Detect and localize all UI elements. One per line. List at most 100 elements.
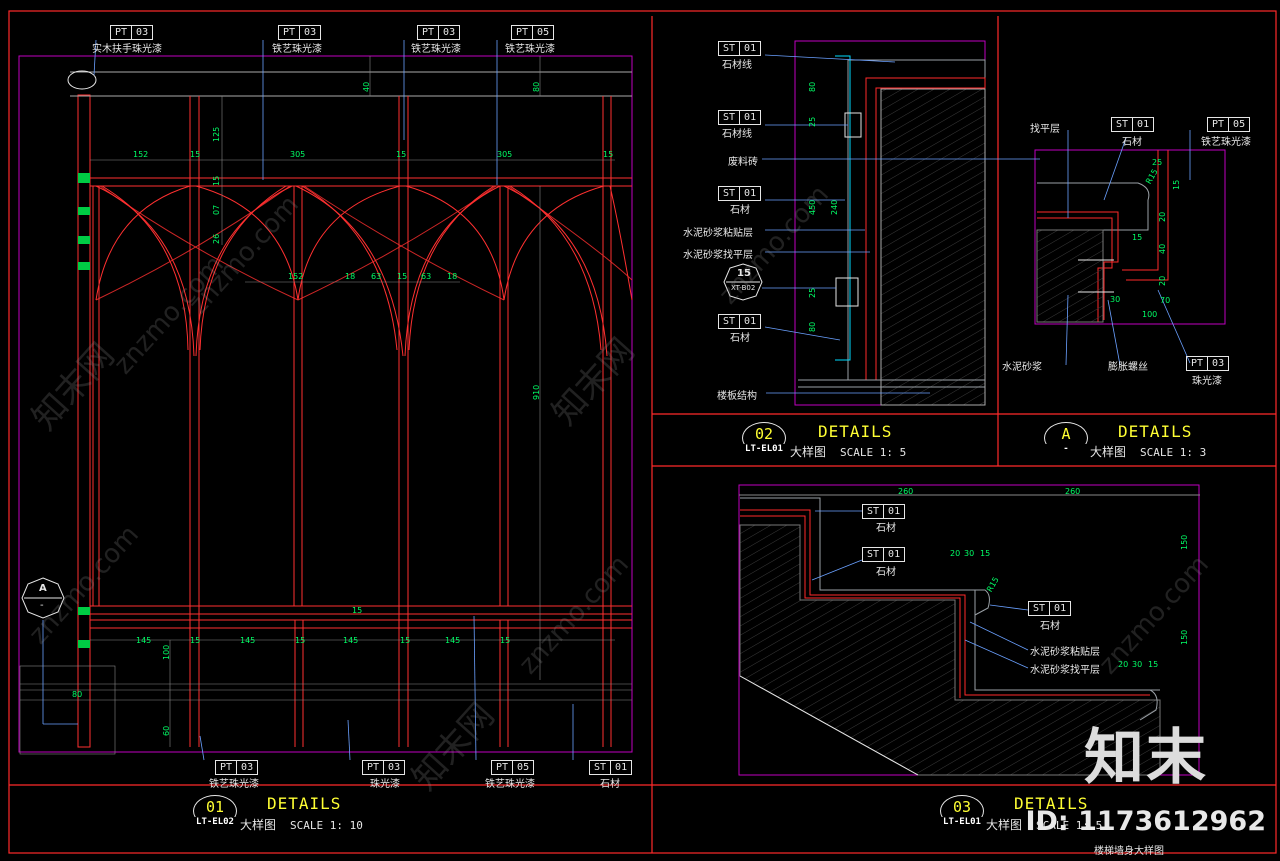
- dimension: 25: [808, 116, 817, 127]
- callout-ref: XT-B02: [731, 284, 756, 292]
- material-label: 石材: [876, 567, 896, 578]
- material-label: 石材: [876, 523, 896, 534]
- dimension: 20: [950, 549, 961, 558]
- detail-title-number: A-: [1041, 422, 1091, 454]
- material-label: 铁艺珠光漆: [505, 44, 555, 55]
- dimension: 15: [603, 150, 614, 159]
- material-label: 石材: [1040, 621, 1060, 632]
- dimension: 910: [532, 384, 541, 400]
- dimension: 30: [964, 549, 975, 558]
- dimension: 15: [190, 636, 201, 645]
- material-label: 珠光漆: [370, 779, 400, 790]
- material-label: 实木扶手珠光漆: [92, 44, 162, 55]
- dimension: 80: [808, 321, 817, 332]
- brand-logo: 知末: [1084, 723, 1208, 793]
- dimension: 25: [808, 287, 817, 298]
- material-tag: PT 03: [1186, 356, 1230, 371]
- dimension: 26: [212, 233, 221, 244]
- material-tag: PT 05: [511, 25, 555, 40]
- material-label: 石材线: [722, 129, 752, 140]
- dimension: 25: [1152, 158, 1163, 167]
- material-label: 水泥砂浆: [1002, 362, 1042, 373]
- material-tag: PT 03: [110, 25, 154, 40]
- material-tag: ST 01: [589, 760, 633, 775]
- material-label: 找平层: [1030, 124, 1060, 135]
- section-marker-letter: A: [39, 583, 47, 594]
- material-tag: PT 03: [362, 760, 406, 775]
- material-tag: PT 05: [491, 760, 535, 775]
- dimension: 15: [980, 549, 991, 558]
- image-id: ID: 1173612962: [1025, 806, 1266, 837]
- dimension: 15: [190, 150, 201, 159]
- material-label: 石材: [600, 779, 620, 790]
- detail-title-number: 02 LT-EL01: [739, 422, 789, 454]
- material-label: 水泥砂浆粘贴层: [683, 228, 753, 239]
- material-tag: PT 03: [215, 760, 259, 775]
- leader-lines: [42, 39, 574, 761]
- dimension: 240: [830, 199, 839, 215]
- material-label: 膨胀螺丝: [1108, 362, 1148, 373]
- dimension: 145: [343, 636, 359, 645]
- material-label: 石材: [730, 205, 750, 216]
- dimension: 30: [1110, 295, 1121, 304]
- detail-subtitle: 楼梯墙身大样图: [1094, 846, 1164, 857]
- material-label: 石材线: [722, 60, 752, 71]
- material-tag: ST 01: [862, 547, 906, 562]
- dimension: 145: [136, 636, 152, 645]
- dimension: 152: [133, 150, 149, 159]
- material-tag: ST 01: [1028, 601, 1072, 616]
- detail-scale: 大样图 SCALE 1: 5: [790, 445, 907, 459]
- material-label: 铁艺珠光漆: [272, 44, 322, 55]
- detail-title-number: 01 LT-EL02: [190, 795, 240, 827]
- material-tag: ST 01: [718, 41, 762, 56]
- dimension: 15: [352, 606, 363, 615]
- material-label: 铁艺珠光漆: [209, 779, 259, 790]
- material-tag: ST 01: [718, 314, 762, 329]
- dimension: 15: [1148, 660, 1159, 669]
- dimension: 80: [808, 81, 817, 92]
- detail-title: DETAILS: [1118, 422, 1193, 441]
- dimension: 450: [808, 199, 817, 215]
- dimension: 63: [421, 272, 432, 281]
- dimension: 152: [288, 272, 304, 281]
- dimension: 20: [1158, 211, 1167, 222]
- handrail-cap: [67, 70, 97, 90]
- material-label: 铁艺珠光漆: [1201, 137, 1251, 148]
- dimension: 18: [345, 272, 356, 281]
- dimension: 07: [212, 204, 221, 215]
- material-label: 水泥砂浆找平层: [683, 250, 753, 261]
- material-label: 楼板结构: [717, 391, 757, 402]
- material-tag: PT 03: [278, 25, 322, 40]
- material-tag: ST 01: [718, 186, 762, 201]
- material-label: 珠光漆: [1192, 376, 1222, 387]
- material-label: 水泥砂浆找平层: [1030, 665, 1100, 676]
- detail-scale: 大样图 SCALE 1: 10: [240, 818, 363, 832]
- dimension: 60: [162, 725, 171, 736]
- dimension: 18: [447, 272, 458, 281]
- detail-title-number: 03 LT-EL01: [937, 795, 987, 827]
- material-label: 石材: [730, 333, 750, 344]
- dimension: 125: [212, 126, 221, 142]
- material-label: 石材: [1122, 137, 1142, 148]
- dimension: 15: [500, 636, 511, 645]
- dimension: 260: [898, 487, 914, 496]
- dimension: 15: [1132, 233, 1143, 242]
- dimension: 305: [290, 150, 306, 159]
- material-label: 水泥砂浆粘贴层: [1030, 647, 1100, 658]
- dimension: 100: [1142, 310, 1158, 319]
- dimension: 15: [400, 636, 411, 645]
- dimension: 20: [1118, 660, 1129, 669]
- stone-section-02: [798, 55, 986, 406]
- dimension: 150: [1180, 534, 1189, 550]
- dimension: 150: [1180, 629, 1189, 645]
- dimension: 305: [497, 150, 513, 159]
- detail-title: DETAILS: [818, 422, 893, 441]
- dimension: 40: [362, 81, 371, 92]
- dimension: 30: [1132, 660, 1143, 669]
- material-tag: ST 01: [862, 504, 906, 519]
- dimension: 260: [1065, 487, 1081, 496]
- dimension: 15: [396, 150, 407, 159]
- dimension: 15: [295, 636, 306, 645]
- material-label: 废料砖: [728, 157, 758, 168]
- dimension: 70: [1160, 296, 1171, 305]
